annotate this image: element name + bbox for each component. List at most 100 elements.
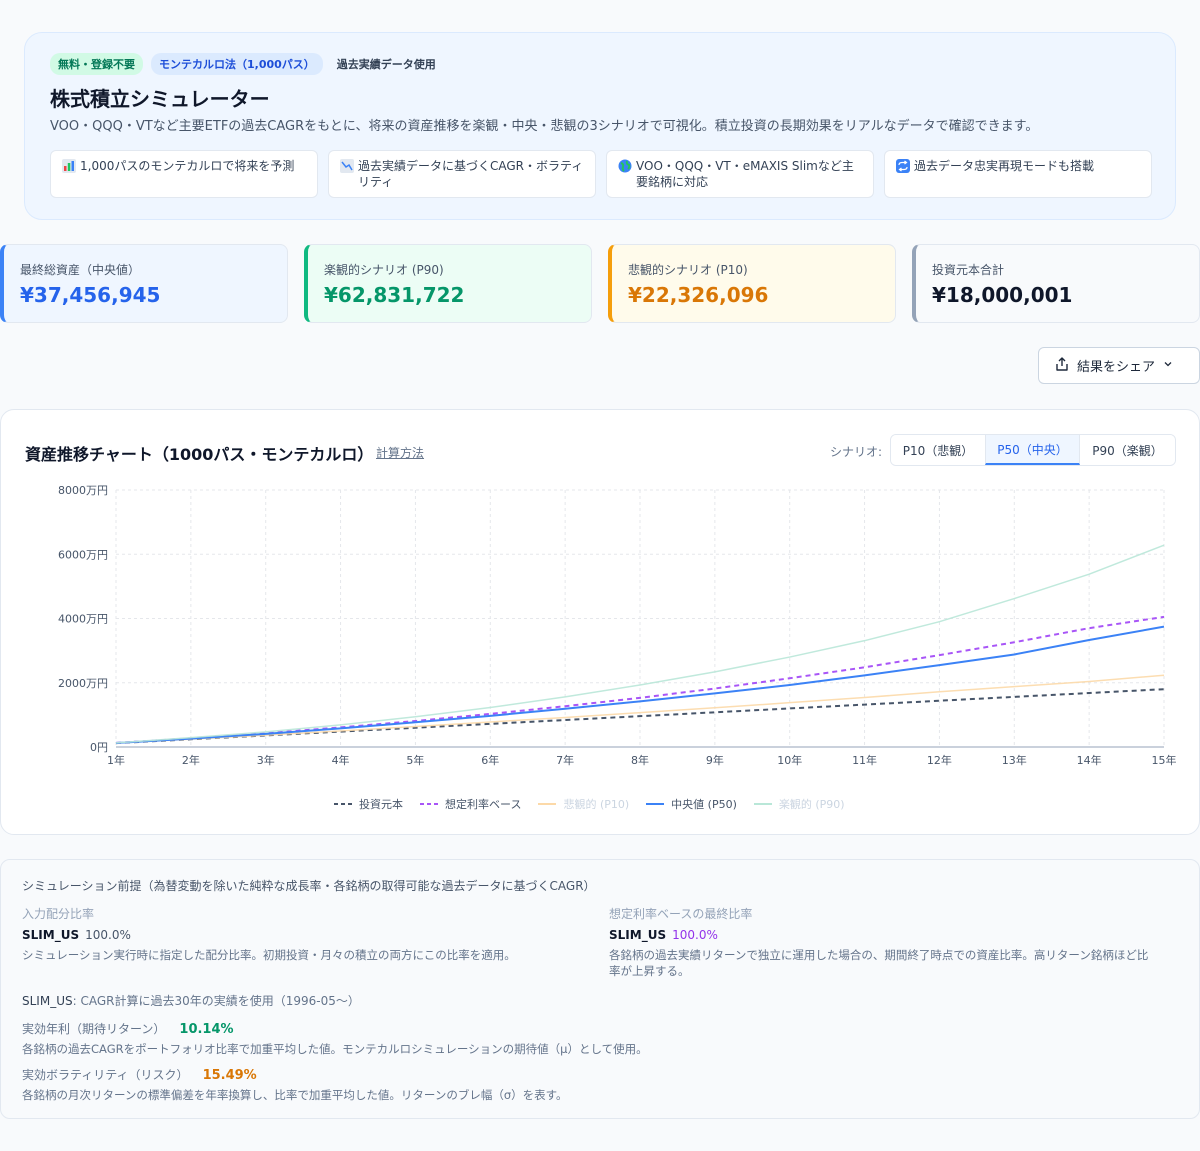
hero-badges: 無料・登録不要 モンテカルロ法（1,000パス） 過去実績データ使用	[50, 53, 442, 75]
y-tick-label: 8000万円	[58, 484, 108, 497]
stat-value: ¥22,326,096	[628, 283, 769, 307]
share-label: 結果をシェア	[1077, 360, 1156, 375]
scenario-selector: P10（悲観） P50（中央） P90（楽観）	[890, 434, 1176, 466]
share-results-button[interactable]: 結果をシェア	[1038, 347, 1200, 384]
legend-swatch	[334, 803, 352, 805]
y-tick-label: 6000万円	[58, 548, 108, 561]
stat-label: 最終総資産（中央値）	[20, 263, 141, 277]
x-tick-label: 7年	[556, 753, 574, 767]
final-ratio-heading: 想定利率ベースの最終比率	[609, 907, 753, 921]
y-tick-label: 4000万円	[58, 613, 108, 626]
cagr-source-line: SLIM_US: CAGR計算に過去30年の実績を使用（1996-05〜）	[22, 992, 360, 1009]
effective-volatility-label: 実効ボラティリティ（リスク）	[22, 1068, 189, 1082]
legend-swatch	[538, 803, 557, 805]
x-tick-label: 9年	[706, 753, 724, 767]
hero-description: VOO・QQQ・VTなど主要ETFの過去CAGRをもとに、将来の資産推移を楽観・…	[50, 119, 1039, 134]
final-ratio-percent: 100.0%	[672, 928, 718, 942]
share-icon	[1055, 356, 1069, 375]
chart-title: 資産推移チャート（1000パス・モンテカルロ）	[25, 445, 374, 464]
hero-card: 無料・登録不要 モンテカルロ法（1,000パス） 過去実績データ使用 株式積立シ…	[24, 32, 1176, 220]
legend-label: 楽観的 (P90)	[778, 798, 845, 811]
legend-swatch	[646, 803, 665, 805]
legend-item[interactable]: 投資元本	[333, 796, 403, 812]
legend-swatch	[753, 803, 772, 805]
optimistic-scenario-card: 楽観的シナリオ (P90) ¥62,831,722	[304, 244, 592, 323]
monte-carlo-badge: モンテカルロ法（1,000パス）	[151, 53, 323, 75]
asset-name: SLIM_US	[22, 994, 73, 1008]
calculation-method-link[interactable]: 計算方法	[376, 444, 424, 461]
stat-label: 悲観的シナリオ (P10)	[628, 263, 748, 277]
final-ratio-row: SLIM_US 100.0%	[609, 928, 718, 942]
x-tick-label: 3年	[257, 753, 275, 767]
x-tick-label: 15年	[1152, 753, 1177, 767]
assumptions-title: シミュレーション前提（為替変動を除いた純粋な成長率・各銘柄の取得可能な過去データ…	[22, 879, 596, 893]
feature-text: VOO・QQQ・VT・eMAXIS Slimなど主要銘柄に対応	[636, 159, 854, 189]
x-tick-label: 10年	[777, 753, 802, 767]
x-tick-label: 4年	[332, 753, 350, 767]
trend-chart-icon	[339, 159, 354, 173]
legend-item[interactable]: 想定利率ベース	[419, 796, 521, 812]
feature-item: 過去実績データに基づくCAGR・ボラティリティ	[328, 150, 596, 198]
x-tick-label: 6年	[481, 753, 499, 767]
legend-item[interactable]: 中央値 (P50)	[645, 796, 737, 812]
historical-data-badge: 過去実績データ使用	[336, 58, 436, 71]
allocation-percent: 100.0%	[85, 928, 131, 942]
effective-return-note: 各銘柄の過去CAGRをポートフォリオ比率で加重平均した値。モンテカルロシミュレー…	[22, 1042, 648, 1056]
pessimistic-scenario-card: 悲観的シナリオ (P10) ¥22,326,096	[608, 244, 896, 323]
asset-name: SLIM_US	[609, 928, 667, 942]
scenario-p90-button[interactable]: P90（楽観）	[1080, 435, 1175, 465]
effective-return-label: 実効年利（期待リターン）	[22, 1022, 166, 1036]
input-allocation-row: SLIM_US 100.0%	[22, 928, 131, 942]
free-badge: 無料・登録不要	[50, 53, 143, 75]
feature-text: 過去実績データに基づくCAGR・ボラティリティ	[358, 159, 584, 189]
feature-list: 1,000パスのモンテカルロで将来を予測 過去実績データに基づくCAGR・ボラテ…	[50, 150, 1152, 198]
simulation-assumptions: シミュレーション前提（為替変動を除いた純粋な成長率・各銘柄の取得可能な過去データ…	[0, 859, 1200, 1119]
input-allocation-note: シミュレーション実行時に指定した配分比率。初期投資・月々の積立の両方にこの比率を…	[22, 948, 516, 962]
legend-label: 想定利率ベース	[445, 798, 522, 811]
asset-line-chart: 0円 2000万円 4000万円 6000万円 8000万円 1年 2年 3年 4年 5年 6年 7年…	[58, 484, 1177, 767]
bar-chart-icon	[61, 159, 76, 173]
x-tick-label: 5年	[406, 753, 424, 767]
total-principal-card: 投資元本合計 ¥18,000,001	[912, 244, 1200, 323]
effective-return-row: 実効年利（期待リターン） 10.14%	[22, 1020, 234, 1037]
x-tick-label: 11年	[852, 753, 877, 767]
stat-value: ¥62,831,722	[324, 283, 465, 307]
effective-volatility-note: 各銘柄の月次リターンの標準偏差を年率換算し、比率で加重平均した値。リターンのブレ…	[22, 1088, 568, 1102]
page-title: 株式積立シミュレーター	[50, 87, 270, 111]
feature-item: 過去データ忠実再現モードも搭載	[884, 150, 1152, 198]
x-tick-label: 2年	[182, 753, 200, 767]
globe-icon	[617, 159, 632, 173]
legend-swatch	[420, 803, 438, 805]
summary-stats: 最終総資産（中央値） ¥37,456,945 楽観的シナリオ (P90) ¥62…	[0, 244, 1200, 323]
input-allocation-heading: 入力配分比率	[22, 907, 95, 921]
x-tick-label: 12年	[927, 753, 952, 767]
final-ratio-note-line: 率が上昇する。	[609, 964, 690, 978]
stat-value: ¥18,000,001	[932, 283, 1073, 307]
scenario-p50-button[interactable]: P50（中央）	[985, 435, 1080, 465]
stat-value: ¥37,456,945	[20, 283, 161, 307]
feature-text: 過去データ忠実再現モードも搭載	[914, 159, 1095, 173]
effective-return-value: 10.14%	[179, 1022, 234, 1037]
x-tick-label: 1年	[107, 753, 125, 767]
asset-chart-card: 資産推移チャート（1000パス・モンテカルロ） 計算方法 シナリオ: P10（悲…	[0, 409, 1200, 835]
repeat-icon	[895, 159, 910, 173]
feature-item: 1,000パスのモンテカルロで将来を予測	[50, 150, 318, 198]
stat-label: 投資元本合計	[932, 263, 1005, 277]
chevron-down-icon	[1163, 358, 1173, 373]
scenario-p10-button[interactable]: P10（悲観）	[891, 435, 985, 465]
legend-label: 悲観的 (P10)	[563, 798, 630, 811]
feature-text: 1,000パスのモンテカルロで将来を予測	[80, 159, 295, 173]
final-ratio-note-line: 各銘柄の過去実績リターンで独立に運用した場合の、期間終了時点での資産比率。高リタ…	[609, 948, 1149, 962]
asset-name: SLIM_US	[22, 928, 80, 942]
feature-item: VOO・QQQ・VT・eMAXIS Slimなど主要銘柄に対応	[606, 150, 874, 198]
y-tick-label: 2000万円	[58, 677, 108, 690]
x-tick-label: 8年	[631, 753, 649, 767]
legend-item[interactable]: 悲観的 (P10)	[537, 796, 629, 812]
effective-volatility-value: 15.49%	[202, 1068, 257, 1083]
legend-item[interactable]: 楽観的 (P90)	[753, 796, 845, 812]
cagr-source-note: : CAGR計算に過去30年の実績を使用（1996-05〜）	[72, 994, 360, 1008]
median-final-assets-card: 最終総資産（中央値） ¥37,456,945	[0, 244, 288, 323]
final-ratio-note: 各銘柄の過去実績リターンで独立に運用した場合の、期間終了時点での資産比率。高リタ…	[609, 947, 1148, 979]
effective-volatility-row: 実効ボラティリティ（リスク） 15.49%	[22, 1066, 257, 1083]
x-tick-label: 13年	[1002, 753, 1027, 767]
